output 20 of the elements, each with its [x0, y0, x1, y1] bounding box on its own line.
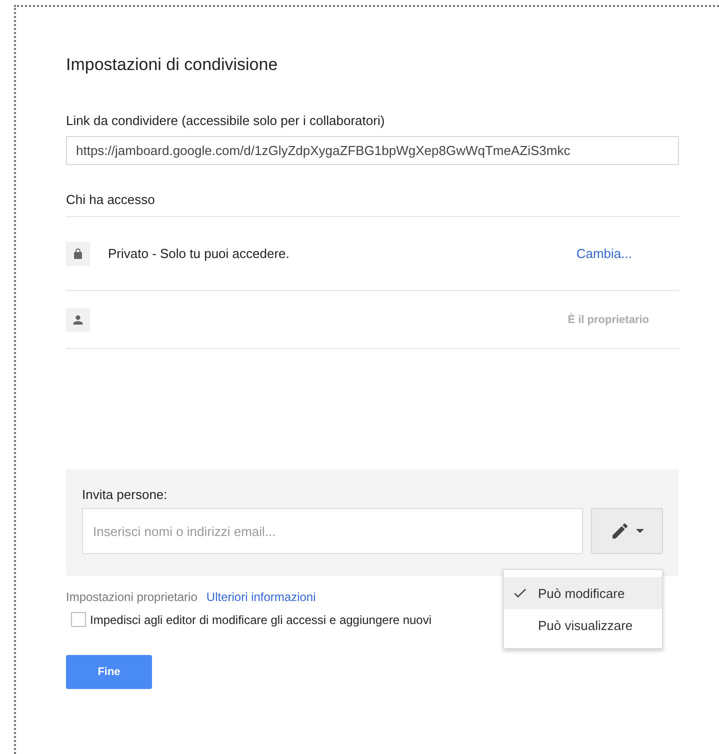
access-heading: Chi ha accesso [66, 192, 679, 217]
permission-dropdown[interactable] [591, 508, 663, 554]
lock-icon [66, 242, 90, 266]
link-field[interactable]: https://jamboard.google.com/d/1zGlyZdpXygaZFBG1bpWgXep8GwWqTmeAZiS3mkc [66, 136, 679, 165]
dialog-title: Impostazioni di condivisione [66, 55, 279, 75]
checkbox[interactable] [71, 612, 86, 627]
email-field[interactable]: Inserisci nomi o indirizzi email... [82, 508, 583, 554]
owner-role: È il proprietario [568, 314, 649, 326]
checkbox-label: Impedisci agli editor di modificare gli accessi e aggiungere nuovi [90, 612, 432, 626]
menu-item[interactable]: Può modificare [504, 577, 662, 609]
invite-label: Invita persone: [82, 487, 168, 502]
link-label: Link da condividere (accessibile solo per i collaboratori) [66, 113, 386, 128]
menu-item[interactable]: Può visualizzare [504, 609, 662, 641]
owner-settings-label: Impostazioni proprietario [66, 590, 198, 604]
caret-icon [636, 529, 644, 533]
more-info-link[interactable]: Ulteriori informazioni [206, 590, 316, 604]
pencil-icon [610, 521, 630, 541]
person-icon [66, 308, 90, 332]
change-link[interactable]: Cambia... [576, 246, 632, 261]
access-description: Privato - Solo tu puoi accedere. [108, 246, 290, 261]
